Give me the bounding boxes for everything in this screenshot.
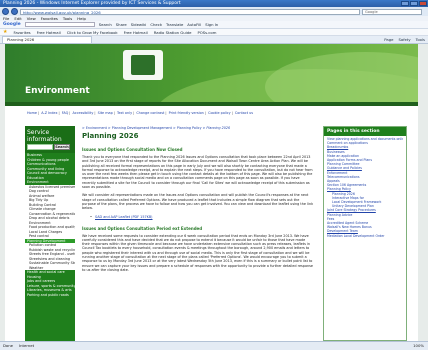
google-toolbar: Google Search Share Sidewiki Check Trans…	[0, 21, 428, 29]
banner-stripe	[5, 102, 418, 106]
separator: |	[165, 111, 167, 115]
main-content: > Environment > Planning Development Man…	[82, 126, 314, 341]
page-viewport: Environment Home| A-Z Index| FAQ| Access…	[0, 44, 428, 341]
favorites-bar: ★ Favorites Free Hotmail Click to Grow M…	[0, 29, 428, 36]
banner-title: Environment	[25, 86, 90, 96]
sidebar-nav-item[interactable]: Libraries, museums & arts	[25, 288, 75, 293]
google-search-button[interactable]: Search	[99, 22, 112, 27]
link-change-contrast[interactable]: Change contrast	[136, 111, 164, 115]
service-search-input[interactable]	[27, 144, 53, 150]
link-print-friendly[interactable]: Print friendly version	[169, 111, 204, 115]
separator: |	[94, 111, 96, 115]
breadcrumb-current: Planning 2026	[206, 126, 231, 130]
back-button[interactable]	[2, 8, 9, 15]
breadcrumb: > Environment > Planning Development Man…	[82, 126, 231, 130]
google-translate-button[interactable]: Translate	[166, 22, 183, 27]
safety-menu[interactable]: Safety	[398, 37, 410, 42]
utility-links: Home| A-Z Index| FAQ| Accessibility| Sit…	[27, 111, 407, 115]
favorite-link-2[interactable]: Click to Grow My Facebook	[67, 30, 118, 35]
window-controls	[401, 1, 427, 6]
section-heading: Issues and Options Consultation Period e…	[82, 225, 203, 231]
tab-planning-2026[interactable]: Planning 2026	[2, 36, 92, 43]
favorite-link-4[interactable]: Radio Station Guide	[154, 30, 192, 35]
status-bar: Done Internet 100%	[0, 341, 428, 350]
link-cookie-policy[interactable]: Cookie policy	[208, 111, 231, 115]
sidebar-nav-item[interactable]: Parking and public roads	[25, 293, 75, 298]
sidebar-nav-item[interactable]: Streets free England - useful businesses	[25, 252, 75, 257]
star-icon: ★	[3, 29, 8, 35]
google-logo: Google	[3, 22, 21, 27]
link-contact-us[interactable]: Contact us	[235, 111, 253, 115]
left-sidebar: Service information Search Business Child…	[25, 126, 75, 341]
favorite-link-3[interactable]: Free Hotmail	[124, 30, 148, 35]
link-text-only[interactable]: Text only	[117, 111, 132, 115]
favorites-button[interactable]: Favorites	[13, 30, 30, 35]
sidebar-nav-item[interactable]: Sustainable Community Strategy	[25, 261, 75, 266]
google-sidewiki-button[interactable]: Sidewiki	[131, 22, 147, 27]
left-navigation: Business Children & young people Communica…	[25, 153, 75, 297]
service-search-button[interactable]: Search	[54, 144, 70, 150]
service-search-row: Search	[27, 144, 73, 150]
google-check-button[interactable]: Check	[150, 22, 162, 27]
search-box[interactable]: Google	[362, 8, 422, 15]
tab-row: Planning 2026 Page Safety Tools	[0, 36, 428, 44]
breadcrumb-item[interactable]: Environment	[86, 126, 107, 130]
page-title: Planning 2026	[82, 132, 139, 140]
google-autofill-button[interactable]: AutoFill	[187, 22, 201, 27]
security-zone: Internet	[19, 343, 35, 348]
section-pages-title: Pages in this section	[324, 127, 406, 136]
link-accessibility[interactable]: Accessibility	[73, 111, 94, 115]
link-site-map[interactable]: Site map	[98, 111, 113, 115]
maximize-button[interactable]	[410, 1, 418, 6]
right-sidebar: Pages in this section View planning appl…	[323, 126, 407, 341]
favorite-link-1[interactable]: Free Hotmail	[37, 30, 61, 35]
google-search-input[interactable]	[24, 22, 95, 27]
breadcrumb-item[interactable]: Planning Development Management	[112, 126, 172, 130]
separator: |	[133, 111, 135, 115]
status-text: Done	[3, 343, 13, 348]
page-menu[interactable]: Page	[384, 37, 393, 42]
window-titlebar: Planning 2026 - Windows Internet Explore…	[0, 0, 428, 7]
paragraph: We have received some requests to consid…	[82, 233, 314, 272]
sidebar-nav-item[interactable]: Food production and quality	[25, 225, 75, 230]
site-banner: Environment	[5, 44, 418, 106]
google-share-button[interactable]: Share	[116, 22, 127, 27]
paragraph: Thank you to everyone that responded to …	[82, 155, 313, 190]
link-a-z-index[interactable]: A-Z Index	[41, 111, 57, 115]
section-page-link[interactable]: Mediation Local Development Order	[327, 234, 403, 238]
command-bar: Page Safety Tools	[384, 37, 425, 42]
breadcrumb-item[interactable]: Planning Policy	[177, 126, 202, 130]
tools-menu[interactable]: Tools	[416, 37, 425, 42]
council-logo[interactable]	[123, 50, 163, 80]
link-faq[interactable]: FAQ	[62, 111, 69, 115]
site-container: Environment Home| A-Z Index| FAQ| Access…	[5, 44, 418, 341]
separator: |	[204, 111, 206, 115]
section-heading: Issues and Options Consultation Now Clos…	[82, 147, 183, 152]
banner-decoration	[265, 52, 418, 106]
service-information-title: Service information	[27, 129, 62, 143]
service-search-box: Service information Search	[25, 126, 75, 153]
separator: |	[38, 111, 40, 115]
google-signin-button[interactable]: Sign In	[205, 22, 218, 27]
zoom-level[interactable]: 100%	[413, 342, 424, 350]
close-button[interactable]	[419, 1, 427, 6]
separator: |	[113, 111, 115, 115]
paragraph: We will consider all representations mad…	[82, 193, 314, 211]
link-home[interactable]: Home	[27, 111, 37, 115]
address-bar[interactable]: http://www.walsall.gov.uk/planning_2026	[20, 8, 360, 15]
section-pages-list: View planning applications and documents…	[324, 136, 406, 239]
leaflet-link[interactable]: SAD and AAP Leaflet (PDF 157KB)	[82, 215, 314, 219]
minimize-button[interactable]	[401, 1, 409, 6]
address-row: http://www.walsall.gov.uk/planning_2026 …	[0, 7, 428, 16]
forward-button[interactable]	[11, 8, 18, 15]
separator: |	[58, 111, 60, 115]
window-title: Planning 2026 - Windows Internet Explore…	[3, 1, 181, 6]
separator: |	[69, 111, 71, 115]
separator: |	[231, 111, 233, 115]
sidebar-nav-item[interactable]: Drop and alcohol debris	[25, 216, 75, 221]
favorite-link-5[interactable]: POSs.com	[197, 30, 216, 35]
